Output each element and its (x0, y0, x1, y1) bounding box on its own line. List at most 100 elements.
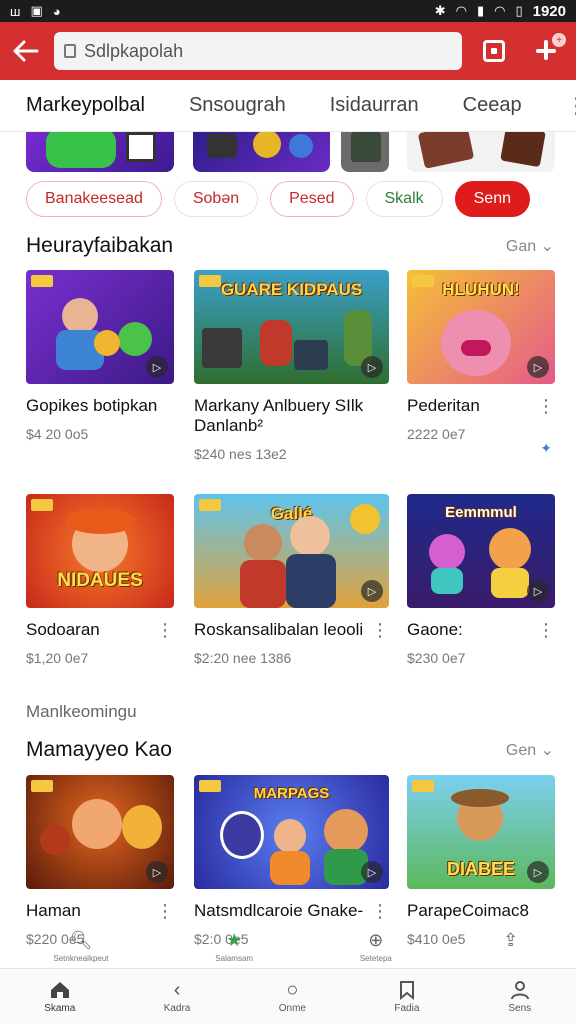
tab-3[interactable]: Isidaurran (330, 94, 419, 117)
tabs-button[interactable] (474, 31, 514, 71)
banner-3[interactable] (341, 132, 389, 172)
game-title: Roskansalibalan leooli (194, 620, 364, 639)
wifi-strength-icon: ◠ (494, 3, 506, 18)
tab-2[interactable]: Snsougrah (189, 94, 286, 117)
chip-2[interactable]: Sobən (173, 181, 259, 217)
banner-row[interactable] (26, 132, 576, 174)
section-1-see-all[interactable]: Gan ⌄ (506, 236, 554, 256)
star-icon: ★ (226, 929, 243, 950)
game-card[interactable]: MARPAGS ▷ Natsmdlcaroie Gnake- ⋮ $2:0 0e5 (194, 775, 389, 947)
banner-4[interactable] (407, 132, 555, 172)
more-vert-icon[interactable]: ⋮ (367, 901, 389, 921)
toolbar-item-1[interactable]: 🔍︎ Setnknealkpeut (53, 928, 109, 964)
lock-icon (64, 44, 76, 58)
nav-home[interactable]: Skama (44, 979, 75, 1014)
back-icon: ‹ (173, 978, 181, 1001)
section-2-see-all[interactable]: Gen ⌄ (506, 740, 554, 760)
nav-home-circle[interactable]: ○ Onme (279, 978, 306, 1015)
tab-bar: Markeypolbal Snsougrah Isidaurran Ceeap … (0, 80, 576, 132)
section-1-title: Heurayfaibakan (26, 234, 174, 257)
section-2-subtitle: Manlkeomingu (26, 702, 137, 721)
game-art-title: HLUHUN! (442, 280, 520, 299)
game-thumbnail: DIABEE ▷ (407, 775, 555, 889)
play-icon: ▷ (527, 861, 549, 883)
nav-label: Skama (44, 1003, 76, 1014)
game-meta: $240 nes 13e2 (194, 446, 287, 462)
game-card[interactable]: DIABEE ▷ ParapeCoimac8 $410 0e5 (407, 775, 555, 947)
game-title: ParapeCoimac8 (407, 901, 529, 920)
more-vert-icon[interactable]: ⋮ (533, 396, 555, 416)
nav-profile[interactable]: Sens (508, 979, 532, 1014)
toolbar-item-label: Setetepa (359, 954, 392, 963)
more-vert-icon[interactable]: ⋮ (566, 93, 576, 119)
gallery-notif-icon: ▣ (30, 3, 43, 18)
game-art-title: MARPAGS (253, 785, 330, 802)
more-vert-icon[interactable]: ⋮ (367, 620, 389, 640)
bottom-navigation: Skama ‹ Kadra ○ Onme Fadia Sens (0, 968, 576, 1024)
toolbar-item-3[interactable]: ⊕ Setetepa (359, 928, 392, 964)
play-icon: ▷ (146, 356, 168, 378)
game-title: Natsmdlcaroie Gnake- (194, 901, 364, 920)
game-thumbnail: HLUHUN! ▷ (407, 270, 555, 384)
game-card[interactable]: ▷ Haman ⋮ $220 0e5 (26, 775, 174, 947)
toolbar-item-4[interactable]: ⇪ (499, 928, 523, 954)
game-thumbnail: Gallé ▷ (194, 494, 389, 608)
app-bar: Sdlpkapolah + (0, 22, 576, 80)
signal-notif-icon: ш (10, 3, 21, 19)
bluetooth-icon: ✱ (434, 3, 446, 18)
game-thumbnail: MARPAGS ▷ (194, 775, 389, 889)
more-vert-icon[interactable]: ⋮ (533, 620, 555, 640)
tab-4[interactable]: Ceeap (463, 94, 522, 117)
sparkle-icon: ✦ (540, 440, 552, 456)
more-vert-icon[interactable]: ⋮ (152, 620, 174, 640)
download-button[interactable]: + (526, 31, 566, 71)
section-1-header: Heurayfaibakan Gan ⌄ (26, 234, 554, 258)
tab-marketplace[interactable]: Markeypolbal (26, 94, 145, 117)
play-icon: ▷ (527, 356, 549, 378)
nav-saved[interactable]: Fadia (394, 979, 419, 1014)
game-art-title: Eemmmul (445, 504, 517, 521)
app-notif-icon: ◕ (52, 3, 61, 19)
game-card[interactable]: GUARE KIDPAUS ▷ Markany Anlbuery SIlk Da… (194, 270, 389, 462)
game-thumbnail: GUARE KIDPAUS ▷ (194, 270, 389, 384)
game-card[interactable]: Eemmmul ▷ Gaone: ⋮ $230 0e7 (407, 494, 555, 666)
toolbar-item-label: Setnknealkpeut (53, 954, 109, 963)
game-art-title: NIDAUES (57, 570, 143, 591)
more-vert-icon[interactable]: ⋮ (152, 901, 174, 921)
game-card[interactable]: Gallé ▷ Roskansalibalan leooli ⋮ $2:20 ne… (194, 494, 389, 666)
search-input-value[interactable]: Sdlpkapolah (84, 41, 183, 62)
game-title: Gopikes botipkan (26, 396, 158, 415)
search-bar[interactable]: Sdlpkapolah (54, 32, 462, 70)
chip-5-selected[interactable]: Senn (454, 181, 530, 217)
cart-icon: ⊕ (368, 929, 384, 950)
game-title: Markany Anlbuery SIlk Danlanb² (194, 396, 364, 435)
chip-1[interactable]: Banakeesead (26, 181, 162, 217)
search-icon: 🔍︎ (69, 929, 93, 950)
share-icon: ⇪ (503, 929, 519, 950)
game-thumbnail: Eemmmul ▷ (407, 494, 555, 608)
chip-3[interactable]: Pesed (270, 181, 354, 217)
notification-dot-icon: + (552, 33, 566, 47)
game-card[interactable]: ▷ Gopikes botipkan $4 20 0o5 (26, 270, 174, 442)
toolbar-item-2[interactable]: ★ Salamsam (215, 928, 254, 964)
game-card[interactable]: HLUHUN! ▷ Pederitan ⋮ 2222 0e7 (407, 270, 555, 442)
nav-back[interactable]: ‹ Kadra (163, 978, 191, 1015)
game-thumbnail: ▷ (26, 270, 174, 384)
battery-icon: ▯ (515, 3, 523, 18)
game-art-title: GUARE KIDPAUS (220, 280, 363, 299)
game-meta: $2:20 nee 1386 (194, 650, 292, 666)
game-card[interactable]: NIDAUES Sodoaran ⋮ $1,20 0e7 (26, 494, 174, 666)
clock: 1920 (532, 2, 566, 20)
chip-4[interactable]: Skalk (365, 181, 443, 217)
banner-1[interactable] (26, 132, 174, 172)
back-arrow-icon[interactable] (10, 35, 42, 67)
toolbar-item-label: Salamsam (215, 954, 254, 963)
status-bar: ш ▣ ◕ ✱ ◠ ▮ ◠ ▯ 1920 (0, 0, 576, 22)
secondary-toolbar: 🔍︎ Setnknealkpeut ★ Salamsam ⊕ Setetepa … (0, 928, 576, 968)
profile-icon (508, 979, 532, 1001)
play-icon: ▷ (527, 580, 549, 602)
game-title: Pederitan (407, 396, 480, 415)
circle-icon: ○ (286, 978, 299, 1001)
nav-label: Kadra (163, 1003, 191, 1014)
banner-2[interactable] (193, 132, 330, 172)
